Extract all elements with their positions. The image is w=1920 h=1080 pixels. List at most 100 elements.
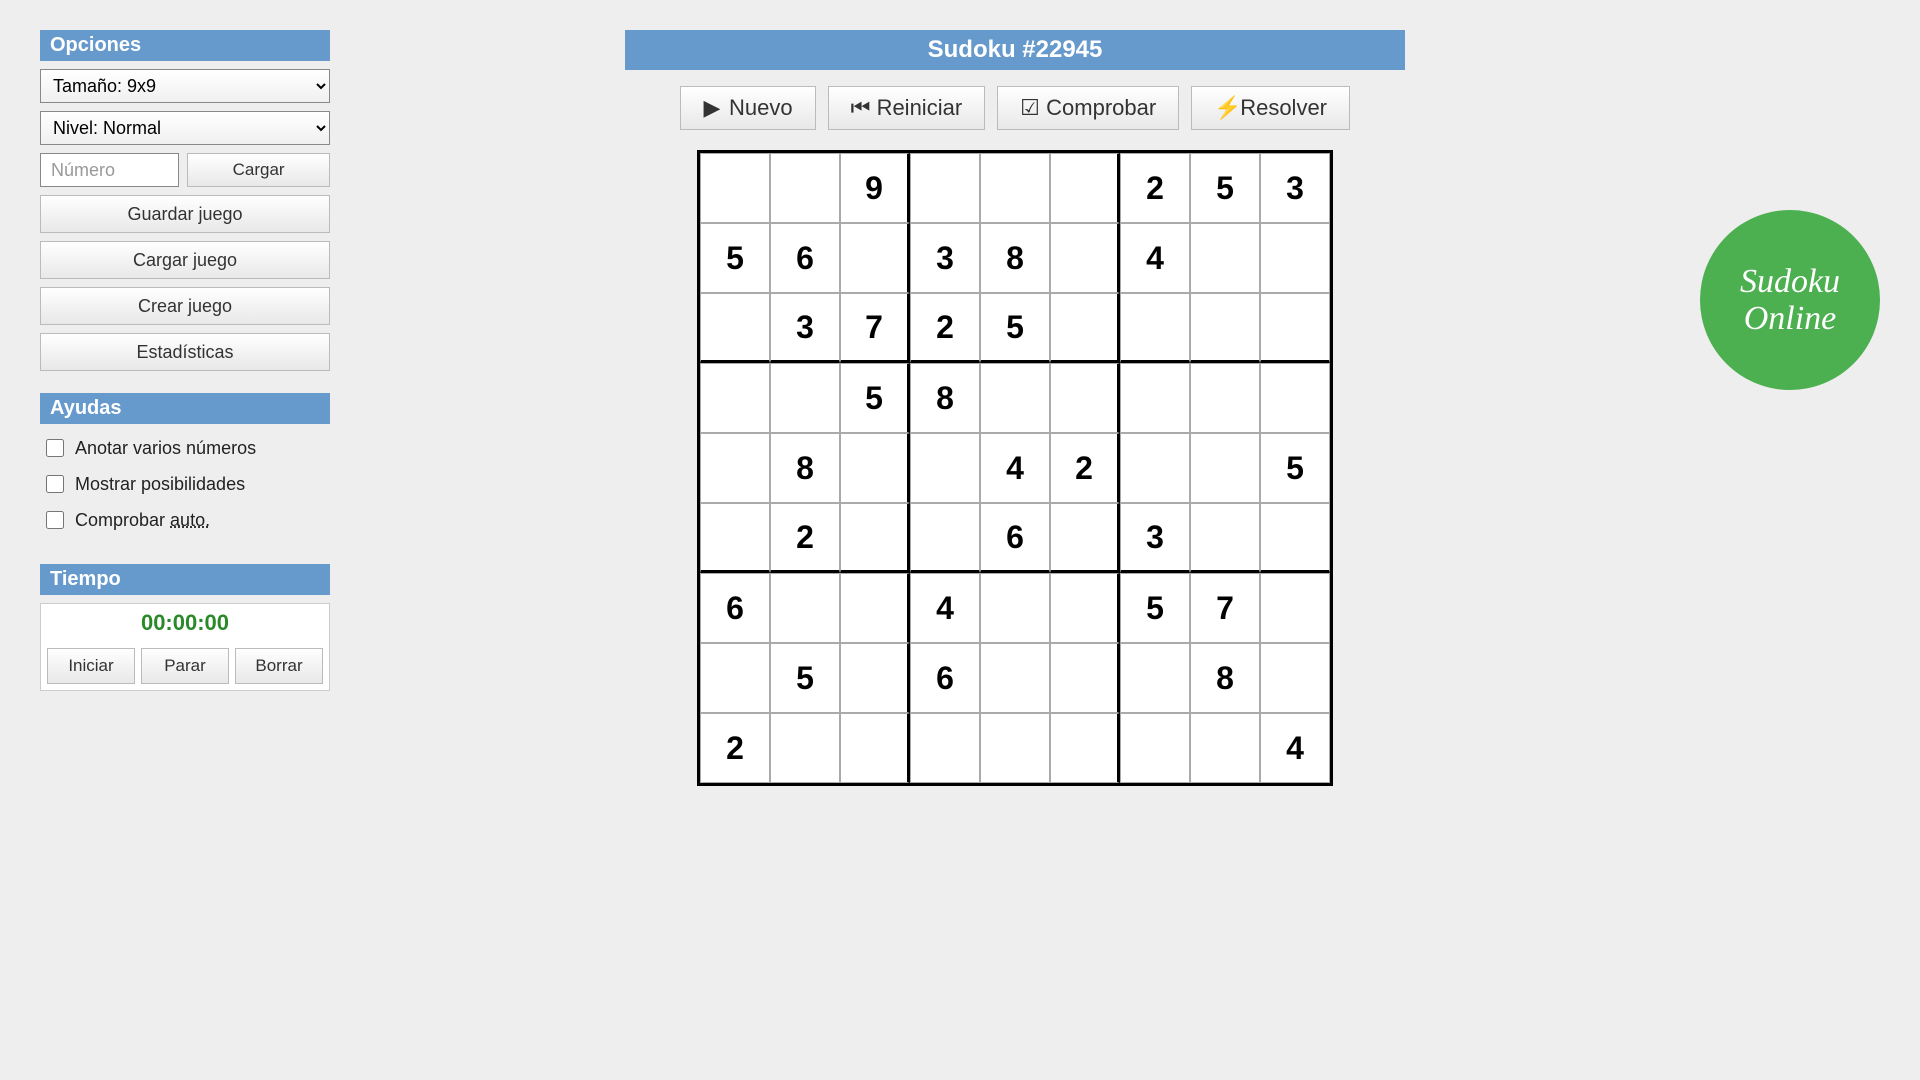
- sudoku-cell[interactable]: [700, 643, 770, 713]
- save-game-button[interactable]: Guardar juego: [40, 195, 330, 233]
- annotate-check[interactable]: [46, 439, 64, 457]
- create-game-button[interactable]: Crear juego: [40, 287, 330, 325]
- sudoku-cell[interactable]: [700, 433, 770, 503]
- sudoku-cell[interactable]: 6: [910, 643, 980, 713]
- sudoku-cell[interactable]: 9: [840, 153, 910, 223]
- sudoku-cell[interactable]: [980, 573, 1050, 643]
- solve-button[interactable]: ⚡ Resolver: [1191, 86, 1350, 130]
- load-game-button[interactable]: Cargar juego: [40, 241, 330, 279]
- timer-stop-button[interactable]: Parar: [141, 648, 229, 684]
- sudoku-cell[interactable]: [1260, 573, 1330, 643]
- sudoku-cell[interactable]: [1260, 293, 1330, 363]
- show-possibilities-check[interactable]: [46, 475, 64, 493]
- sudoku-cell[interactable]: [1050, 153, 1120, 223]
- sudoku-cell[interactable]: 7: [1190, 573, 1260, 643]
- sudoku-cell[interactable]: [1050, 573, 1120, 643]
- sudoku-cell[interactable]: [1190, 713, 1260, 783]
- sudoku-cell[interactable]: [1050, 643, 1120, 713]
- sudoku-cell[interactable]: 6: [770, 223, 840, 293]
- sudoku-cell[interactable]: 3: [1120, 503, 1190, 573]
- annotate-check-label[interactable]: Anotar varios números: [42, 436, 328, 460]
- check-button[interactable]: ☑ Comprobar: [997, 86, 1179, 130]
- sudoku-cell[interactable]: [1190, 363, 1260, 433]
- sudoku-cell[interactable]: 3: [770, 293, 840, 363]
- sudoku-cell[interactable]: [770, 153, 840, 223]
- sudoku-cell[interactable]: 6: [980, 503, 1050, 573]
- sudoku-cell[interactable]: [1120, 293, 1190, 363]
- sudoku-cell[interactable]: 8: [910, 363, 980, 433]
- sudoku-cell[interactable]: [840, 643, 910, 713]
- sudoku-cell[interactable]: [840, 223, 910, 293]
- sudoku-cell[interactable]: 3: [1260, 153, 1330, 223]
- sudoku-cell[interactable]: [1260, 503, 1330, 573]
- sudoku-cell[interactable]: 5: [770, 643, 840, 713]
- sudoku-cell[interactable]: [700, 363, 770, 433]
- sudoku-cell[interactable]: [1050, 503, 1120, 573]
- sudoku-cell[interactable]: [840, 573, 910, 643]
- load-number-button[interactable]: Cargar: [187, 153, 330, 187]
- sudoku-cell[interactable]: [1260, 363, 1330, 433]
- level-select[interactable]: Nivel: Normal: [40, 111, 330, 145]
- sudoku-cell[interactable]: [840, 713, 910, 783]
- sudoku-cell[interactable]: [700, 153, 770, 223]
- sudoku-cell[interactable]: 3: [910, 223, 980, 293]
- sudoku-cell[interactable]: 5: [1120, 573, 1190, 643]
- sudoku-cell[interactable]: 4: [910, 573, 980, 643]
- sudoku-cell[interactable]: [770, 363, 840, 433]
- sudoku-cell[interactable]: 5: [980, 293, 1050, 363]
- new-button[interactable]: ▶ Nuevo: [680, 86, 816, 130]
- sudoku-cell[interactable]: [910, 503, 980, 573]
- sudoku-cell[interactable]: 4: [1120, 223, 1190, 293]
- sudoku-cell[interactable]: 2: [1050, 433, 1120, 503]
- sudoku-cell[interactable]: 8: [770, 433, 840, 503]
- sudoku-cell[interactable]: [1050, 363, 1120, 433]
- sudoku-cell[interactable]: [980, 643, 1050, 713]
- sudoku-cell[interactable]: 4: [980, 433, 1050, 503]
- sudoku-cell[interactable]: [700, 503, 770, 573]
- sudoku-cell[interactable]: [1120, 713, 1190, 783]
- sudoku-cell[interactable]: [770, 573, 840, 643]
- sudoku-cell[interactable]: 5: [840, 363, 910, 433]
- sudoku-cell[interactable]: [1190, 433, 1260, 503]
- number-input[interactable]: [40, 153, 179, 187]
- sudoku-cell[interactable]: [840, 503, 910, 573]
- sudoku-cell[interactable]: [910, 433, 980, 503]
- sudoku-cell[interactable]: [1050, 293, 1120, 363]
- show-possibilities-check-label[interactable]: Mostrar posibilidades: [42, 472, 328, 496]
- sudoku-cell[interactable]: [1120, 363, 1190, 433]
- sudoku-cell[interactable]: 4: [1260, 713, 1330, 783]
- sudoku-cell[interactable]: [910, 153, 980, 223]
- size-select[interactable]: Tamaño: 9x9: [40, 69, 330, 103]
- sudoku-cell[interactable]: [1050, 713, 1120, 783]
- sudoku-cell[interactable]: 2: [910, 293, 980, 363]
- sudoku-cell[interactable]: [770, 713, 840, 783]
- stats-button[interactable]: Estadísticas: [40, 333, 330, 371]
- sudoku-cell[interactable]: 2: [770, 503, 840, 573]
- sudoku-cell[interactable]: 5: [1260, 433, 1330, 503]
- sudoku-cell[interactable]: 7: [840, 293, 910, 363]
- sudoku-cell[interactable]: [1190, 503, 1260, 573]
- auto-check-label[interactable]: Comprobar auto.: [42, 508, 328, 532]
- sudoku-cell[interactable]: [910, 713, 980, 783]
- sudoku-cell[interactable]: [980, 153, 1050, 223]
- sudoku-cell[interactable]: 8: [980, 223, 1050, 293]
- sudoku-cell[interactable]: 2: [1120, 153, 1190, 223]
- sudoku-cell[interactable]: [1120, 643, 1190, 713]
- sudoku-cell[interactable]: 6: [700, 573, 770, 643]
- timer-clear-button[interactable]: Borrar: [235, 648, 323, 684]
- sudoku-cell[interactable]: [1260, 223, 1330, 293]
- sudoku-cell[interactable]: 2: [700, 713, 770, 783]
- sudoku-cell[interactable]: [980, 363, 1050, 433]
- sudoku-cell[interactable]: [980, 713, 1050, 783]
- sudoku-cell[interactable]: [1190, 223, 1260, 293]
- auto-check[interactable]: [46, 511, 64, 529]
- restart-button[interactable]: ⏮ Reiniciar: [828, 86, 986, 130]
- sudoku-cell[interactable]: [1120, 433, 1190, 503]
- sudoku-cell[interactable]: 5: [1190, 153, 1260, 223]
- sudoku-cell[interactable]: [1190, 293, 1260, 363]
- sudoku-cell[interactable]: [700, 293, 770, 363]
- sudoku-cell[interactable]: [1260, 643, 1330, 713]
- sudoku-cell[interactable]: 5: [700, 223, 770, 293]
- sudoku-cell[interactable]: [1050, 223, 1120, 293]
- sudoku-cell[interactable]: [840, 433, 910, 503]
